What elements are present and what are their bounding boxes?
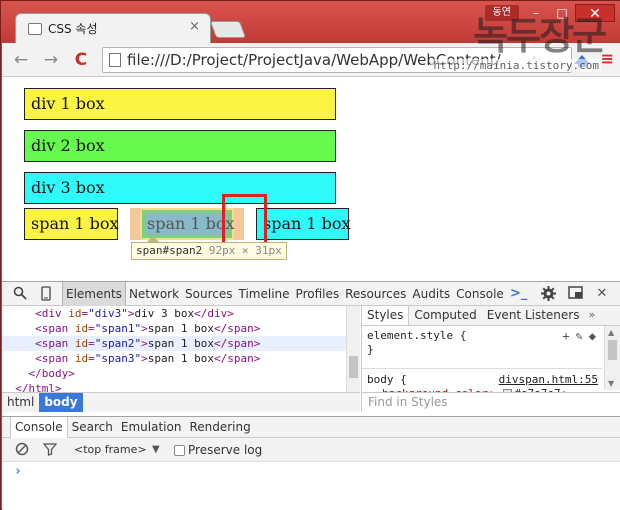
frame-selector[interactable]: <top frame> — [74, 441, 147, 459]
tab-sources[interactable]: Sources — [182, 282, 235, 306]
dom-line[interactable]: <div id="div3">div 3 box</div> — [2, 306, 360, 321]
devtools-toolbar: Elements Network Sources Timeline Profil… — [2, 282, 620, 306]
tab-computed[interactable]: Computed — [409, 306, 481, 325]
page-favicon-icon — [28, 23, 42, 35]
dock-side-icon[interactable] — [568, 286, 584, 302]
rule-divider — [362, 368, 602, 369]
tab-resources[interactable]: Resources — [342, 282, 409, 306]
tab-network[interactable]: Network — [126, 282, 182, 306]
div2-box: div 2 box — [24, 130, 336, 162]
dom-line[interactable]: <span id="span1">span 1 box</span> — [2, 321, 360, 336]
scrollbar-thumb[interactable] — [608, 340, 617, 360]
body-rule-selector[interactable]: body { — [367, 373, 407, 387]
tab-audits[interactable]: Audits — [409, 282, 453, 306]
drawer-tab-rendering[interactable]: Rendering — [185, 417, 254, 438]
dom-line[interactable]: </html> — [2, 381, 360, 392]
console-toolbar: <top frame> ▼ Preserve log — [2, 438, 620, 462]
console-drawer-icon[interactable]: >_ — [510, 286, 527, 302]
watermark-url: http://mainia.tistory.com — [431, 59, 601, 72]
drawer-tabs: Console Search Emulation Rendering — [2, 416, 620, 438]
red-highlight-annotation — [222, 194, 267, 249]
search-icon[interactable] — [12, 286, 28, 302]
page-viewport: div 1 box div 2 box div 3 box span 1 box… — [2, 77, 620, 281]
dom-line-selected[interactable]: <span id="span2">span 1 box</span> — [2, 336, 360, 351]
scroll-up-icon[interactable]: ▲ — [608, 328, 614, 337]
tooltip-dimensions: 92px × 31px — [208, 244, 282, 257]
element-inspect-tooltip: span#span2 92px × 31px — [131, 242, 287, 260]
element-style-close: } — [367, 343, 374, 356]
tab-elements[interactable]: Elements — [62, 282, 126, 306]
preserve-log-label: Preserve log — [188, 443, 263, 457]
scrollbar-thumb[interactable] — [349, 356, 358, 378]
tab-title: CSS 속성 — [48, 22, 98, 36]
device-mode-icon[interactable] — [38, 286, 54, 302]
console-prompt[interactable]: › — [14, 464, 22, 479]
preserve-log-checkbox[interactable] — [174, 445, 185, 456]
tab-timeline[interactable]: Timeline — [236, 282, 293, 306]
dom-line[interactable]: <span id="span3">span 1 box</span> — [2, 351, 360, 366]
clear-console-icon[interactable] — [14, 442, 30, 458]
devtools-panel: Elements Network Sources Timeline Profil… — [2, 281, 620, 510]
element-style-selector[interactable]: element.style { — [367, 329, 466, 343]
back-arrow-icon[interactable]: ← — [10, 50, 32, 70]
div3-box: div 3 box — [24, 172, 336, 204]
dom-line[interactable]: </body> — [2, 366, 360, 381]
reload-icon[interactable]: C — [70, 50, 92, 70]
style-tools-icons[interactable]: +✎◆ — [562, 329, 602, 343]
span1-box: span 1 box — [24, 208, 119, 240]
find-in-styles-input[interactable]: Find in Styles — [361, 392, 620, 412]
tab-console[interactable]: Console — [453, 282, 507, 306]
styles-tabs: Styles Computed Event Listeners » — [362, 306, 620, 326]
source-link[interactable]: divspan.html:55 — [499, 373, 598, 387]
breadcrumb-html[interactable]: html — [2, 393, 39, 412]
tab-close-icon[interactable]: × — [189, 19, 200, 34]
tooltip-selector: span#span2 — [136, 244, 203, 257]
tab-event-listeners[interactable]: Event Listeners — [482, 306, 585, 325]
new-tab-button[interactable] — [209, 21, 247, 38]
tab-profiles[interactable]: Profiles — [293, 282, 343, 306]
div1-box: div 1 box — [24, 88, 336, 120]
chevron-down-icon[interactable]: ▼ — [152, 441, 160, 459]
watermark-logo: 녹두장군 — [473, 13, 607, 58]
forward-arrow-icon[interactable]: → — [40, 50, 62, 70]
more-tabs-icon[interactable]: » — [584, 306, 599, 325]
drawer-tab-search[interactable]: Search — [68, 417, 117, 438]
span3-box: span 1 box — [256, 208, 351, 240]
drawer-tab-emulation[interactable]: Emulation — [117, 417, 186, 438]
page-icon — [109, 53, 121, 67]
drawer-tab-console[interactable]: Console — [10, 417, 68, 438]
tab-styles[interactable]: Styles — [362, 306, 410, 325]
elements-scrollbar[interactable] — [346, 306, 360, 392]
filter-icon[interactable] — [42, 442, 58, 458]
browser-tab[interactable]: CSS 속성 × — [15, 13, 211, 43]
breadcrumb: html body — [2, 392, 360, 412]
close-devtools-icon[interactable]: ✕ — [594, 286, 610, 302]
devtools-tabs: Elements Network Sources Timeline Profil… — [62, 282, 507, 306]
elements-dom-tree[interactable]: <div id="div3">div 3 box</div> <span id=… — [2, 306, 360, 392]
browser-window: CSS 속성 × 동연 – □ ✕ ← → C file:///D:/Proje… — [0, 0, 620, 510]
breadcrumb-body[interactable]: body — [39, 393, 83, 412]
gear-icon[interactable] — [540, 286, 556, 302]
styles-scrollbar[interactable]: ▲ ▼ — [604, 326, 620, 390]
scroll-down-icon[interactable]: ▼ — [608, 379, 614, 388]
